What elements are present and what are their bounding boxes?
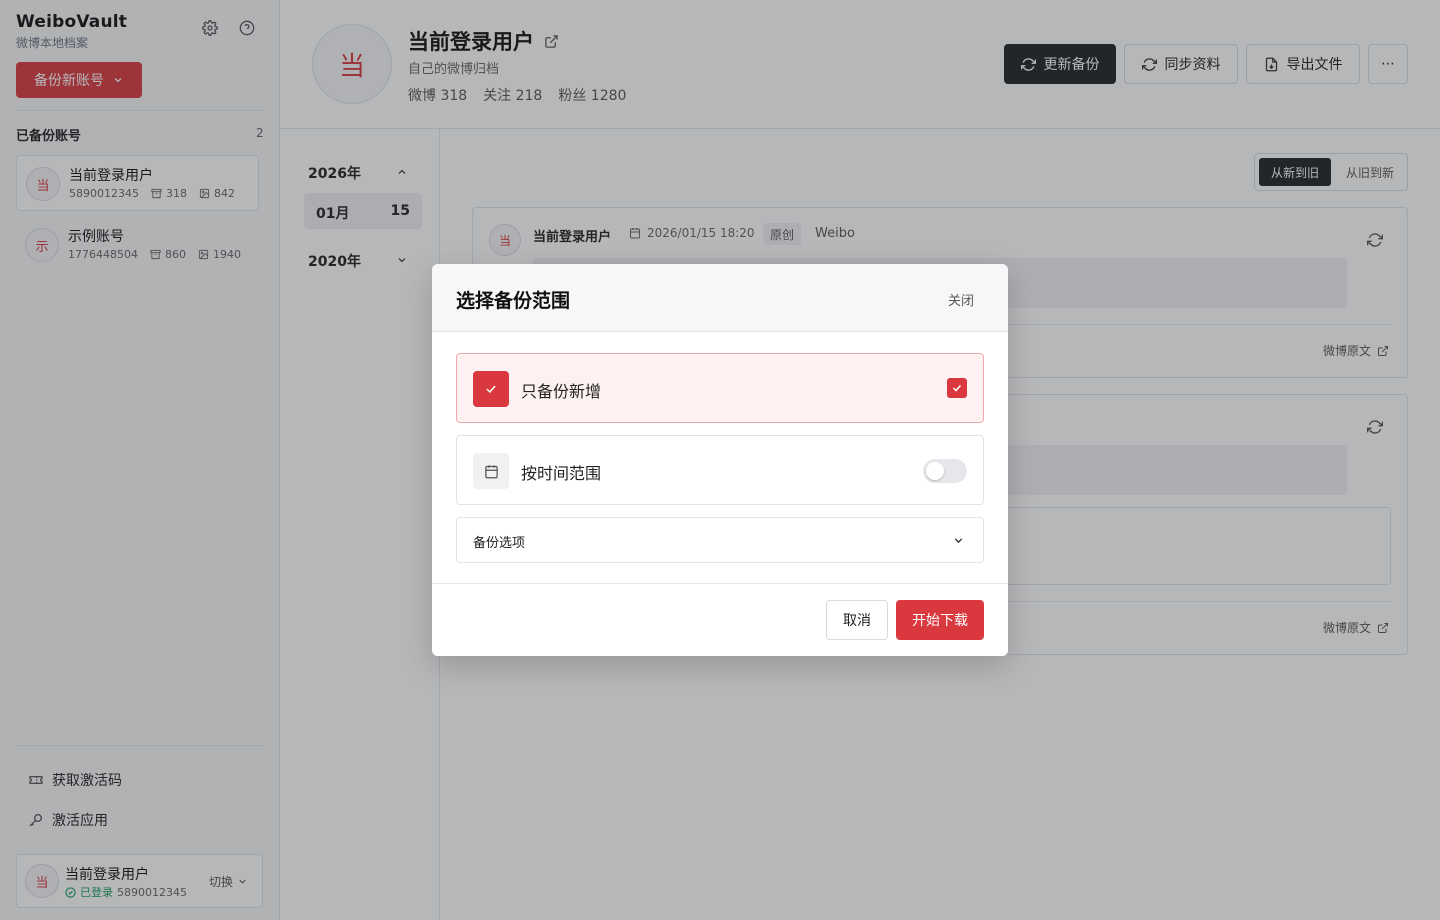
dialog-footer: 取消 开始下载 [432, 583, 1008, 656]
option-new-only[interactable]: 只备份新增 [456, 353, 984, 423]
dialog-close-button[interactable]: 关闭 [948, 290, 974, 309]
chevron-down-icon [952, 534, 965, 547]
option-new-only-label: 只备份新增 [521, 382, 602, 401]
backup-options-label: 备份选项 [473, 536, 526, 551]
option-date-range[interactable]: 按时间范围 [456, 435, 984, 505]
start-download-button[interactable]: 开始下载 [896, 600, 984, 640]
option-date-range-label: 按时间范围 [521, 464, 602, 483]
date-range-toggle[interactable] [923, 459, 967, 483]
cancel-button[interactable]: 取消 [826, 600, 888, 640]
dialog-header: 选择备份范围 关闭 [432, 264, 1008, 332]
backup-range-dialog: 选择备份范围 关闭 只备份新增 按时间范围 备份选项 取消 开始下载 [432, 264, 1008, 656]
backup-options-accordion[interactable]: 备份选项 [456, 517, 984, 563]
calendar-icon [473, 453, 509, 489]
dialog-title: 选择备份范围 [456, 290, 571, 312]
option-new-only-checkbox[interactable] [947, 378, 967, 398]
toggle-knob [926, 462, 944, 480]
check-icon [473, 371, 509, 407]
